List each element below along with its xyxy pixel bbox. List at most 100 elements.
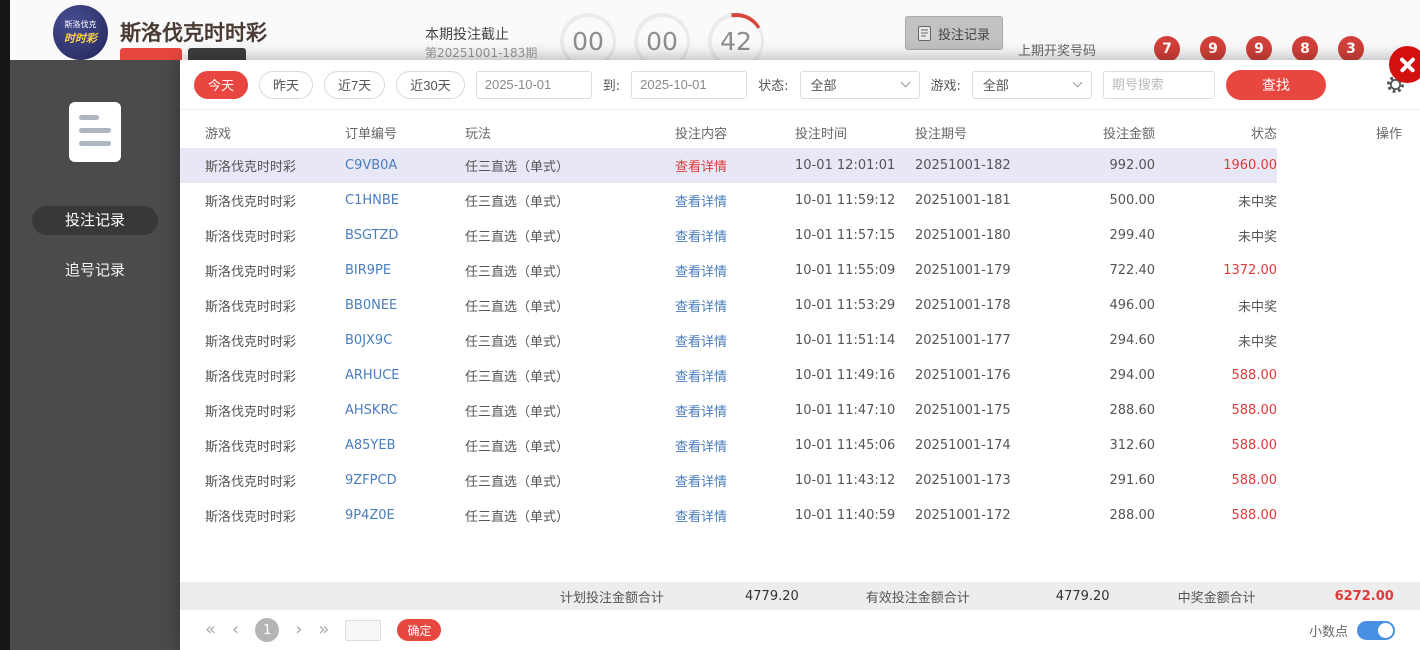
planned-total-label: 计划投注金额合计 bbox=[560, 590, 665, 606]
cell-game: 斯洛伐克时时彩 bbox=[205, 160, 297, 175]
current-page-button[interactable]: 1 bbox=[255, 618, 280, 642]
filter-30days-button[interactable]: 近30天 bbox=[396, 70, 465, 99]
view-detail-link[interactable]: 查看详情 bbox=[675, 405, 727, 420]
cell-amount: 992.00 bbox=[1109, 158, 1156, 173]
cell-time: 10-01 11:51:14 bbox=[795, 333, 896, 348]
last-draw-numbers: 7 9 9 8 3 bbox=[1154, 36, 1364, 62]
cell-period: 20251001-181 bbox=[915, 193, 1011, 208]
draw-number-ball: 3 bbox=[1338, 36, 1364, 62]
view-detail-link[interactable]: 查看详情 bbox=[675, 510, 727, 525]
filter-bar: 今天 昨天 近7天 近30天 到: 状态: 全部 游戏: 全部 查找 bbox=[180, 60, 1420, 110]
order-number-link[interactable]: BB0NEE bbox=[345, 298, 397, 313]
record-sidebar: 投注记录 追号记录 bbox=[10, 60, 180, 650]
view-detail-link[interactable]: 查看详情 bbox=[675, 160, 727, 175]
order-number-link[interactable]: 9ZFPCD bbox=[345, 473, 397, 488]
cell-game: 斯洛伐克时时彩 bbox=[205, 335, 297, 350]
view-detail-link[interactable]: 查看详情 bbox=[675, 440, 727, 455]
cell-period: 20251001-173 bbox=[915, 473, 1011, 488]
sidebar-item-chase-records[interactable]: 追号记录 bbox=[32, 256, 158, 285]
draw-number-ball: 7 bbox=[1154, 36, 1180, 62]
valid-total-label: 有效投注金额合计 bbox=[865, 590, 970, 606]
cell-game: 斯洛伐克时时彩 bbox=[205, 195, 297, 210]
cell-amount: 299.40 bbox=[1109, 228, 1156, 243]
order-number-link[interactable]: A85YEB bbox=[345, 438, 396, 453]
sidebar-item-bet-records[interactable]: 投注记录 bbox=[32, 206, 158, 235]
view-detail-link[interactable]: 查看详情 bbox=[675, 195, 727, 210]
bet-record-button[interactable]: 投注记录 bbox=[905, 16, 1004, 50]
planned-total-value: 4779.20 bbox=[745, 588, 799, 604]
left-dark-strip bbox=[0, 0, 10, 650]
cell-play: 任三直选（单式） bbox=[465, 195, 570, 210]
view-detail-link[interactable]: 查看详情 bbox=[675, 265, 727, 280]
cell-play: 任三直选（单式） bbox=[465, 160, 570, 175]
period-search-input[interactable] bbox=[1102, 70, 1215, 99]
order-number-link[interactable]: BIR9PE bbox=[345, 263, 391, 278]
col-amount: 投注金额 bbox=[1102, 126, 1155, 142]
order-number-link[interactable]: C9VB0A bbox=[345, 158, 397, 173]
lottery-logo: 斯洛伐克 时时彩 bbox=[53, 5, 108, 60]
cell-amount: 496.00 bbox=[1109, 298, 1156, 313]
countdown-minutes: 00 bbox=[637, 16, 687, 66]
table-row: 斯洛伐克时时彩 BIR9PE 任三直选（单式） 查看详情 10-01 11:55… bbox=[180, 253, 1420, 288]
cell-time: 10-01 11:57:15 bbox=[795, 228, 896, 243]
status-select-value: 全部 bbox=[810, 79, 837, 94]
document-icon bbox=[918, 25, 931, 41]
order-number-link[interactable]: 9P4Z0E bbox=[345, 508, 395, 523]
cell-play: 任三直选（单式） bbox=[465, 230, 570, 245]
search-button[interactable]: 查找 bbox=[1225, 69, 1326, 100]
close-button[interactable] bbox=[1389, 46, 1420, 83]
status-label: 状态: bbox=[758, 79, 789, 94]
cell-period: 20251001-180 bbox=[915, 228, 1011, 243]
next-page-icon[interactable]: › bbox=[295, 621, 302, 639]
logo-text-line1: 斯洛伐克 bbox=[64, 20, 97, 29]
row-status: 1960.00 bbox=[1223, 158, 1277, 173]
filter-today-button[interactable]: 今天 bbox=[194, 70, 249, 99]
view-detail-link[interactable]: 查看详情 bbox=[675, 475, 727, 490]
cell-time: 10-01 11:53:29 bbox=[795, 298, 896, 313]
date-from-input[interactable] bbox=[475, 70, 592, 99]
cell-game: 斯洛伐克时时彩 bbox=[205, 405, 297, 420]
cell-time: 10-01 11:59:12 bbox=[795, 193, 896, 208]
cell-period: 20251001-175 bbox=[915, 403, 1011, 418]
row-status: 588.00 bbox=[1231, 403, 1278, 418]
table-row: 斯洛伐克时时彩 9P4Z0E 任三直选（单式） 查看详情 10-01 11:40… bbox=[180, 498, 1420, 533]
page-title: 斯洛伐克时时彩 bbox=[120, 21, 267, 45]
order-number-link[interactable]: AHSKRC bbox=[345, 403, 398, 418]
order-number-link[interactable]: B0JX9C bbox=[345, 333, 392, 348]
cell-play: 任三直选（单式） bbox=[465, 475, 570, 490]
toggle-knob bbox=[1378, 622, 1393, 638]
bet-record-button-label: 投注记录 bbox=[938, 27, 991, 43]
confirm-page-button[interactable]: 确定 bbox=[397, 619, 442, 641]
game-select[interactable]: 全部 bbox=[971, 70, 1092, 99]
cell-play: 任三直选（单式） bbox=[465, 405, 570, 420]
cell-amount: 500.00 bbox=[1109, 193, 1156, 208]
date-to-input[interactable] bbox=[631, 70, 748, 99]
pagination-bar: « ‹ 1 › » 确定 小数点 bbox=[180, 610, 1420, 650]
table-row: 斯洛伐克时时彩 ARHUCE 任三直选（单式） 查看详情 10-01 11:49… bbox=[180, 358, 1420, 393]
cell-play: 任三直选（单式） bbox=[465, 440, 570, 455]
filter-yesterday-button[interactable]: 昨天 bbox=[259, 70, 314, 99]
table-row: 斯洛伐克时时彩 C1HNBE 任三直选（单式） 查看详情 10-01 11:59… bbox=[180, 183, 1420, 218]
order-number-link[interactable]: C1HNBE bbox=[345, 193, 399, 208]
order-number-link[interactable]: BSGTZD bbox=[345, 228, 398, 243]
win-total-value: 6272.00 bbox=[1334, 588, 1394, 604]
table-row: 斯洛伐克时时彩 B0JX9C 任三直选（单式） 查看详情 10-01 11:51… bbox=[180, 323, 1420, 358]
view-detail-link[interactable]: 查看详情 bbox=[675, 370, 727, 385]
last-page-icon[interactable]: » bbox=[318, 621, 329, 639]
cell-period: 20251001-172 bbox=[915, 508, 1011, 523]
view-detail-link[interactable]: 查看详情 bbox=[675, 335, 727, 350]
col-order: 订单编号 bbox=[345, 126, 398, 142]
table-row: 斯洛伐克时时彩 A85YEB 任三直选（单式） 查看详情 10-01 11:45… bbox=[180, 428, 1420, 463]
view-detail-link[interactable]: 查看详情 bbox=[675, 300, 727, 315]
status-select[interactable]: 全部 bbox=[799, 70, 920, 99]
page-number-input[interactable] bbox=[345, 619, 382, 641]
first-page-icon[interactable]: « bbox=[205, 621, 216, 639]
prev-page-icon[interactable]: ‹ bbox=[232, 621, 239, 639]
cell-amount: 288.60 bbox=[1109, 403, 1156, 418]
current-period-label: 第20251001-183期 bbox=[425, 46, 538, 60]
decimal-toggle[interactable] bbox=[1357, 620, 1395, 640]
view-detail-link[interactable]: 查看详情 bbox=[675, 230, 727, 245]
filter-7days-button[interactable]: 近7天 bbox=[324, 70, 386, 99]
table-row: 斯洛伐克时时彩 BSGTZD 任三直选（单式） 查看详情 10-01 11:57… bbox=[180, 218, 1420, 253]
order-number-link[interactable]: ARHUCE bbox=[345, 368, 400, 383]
